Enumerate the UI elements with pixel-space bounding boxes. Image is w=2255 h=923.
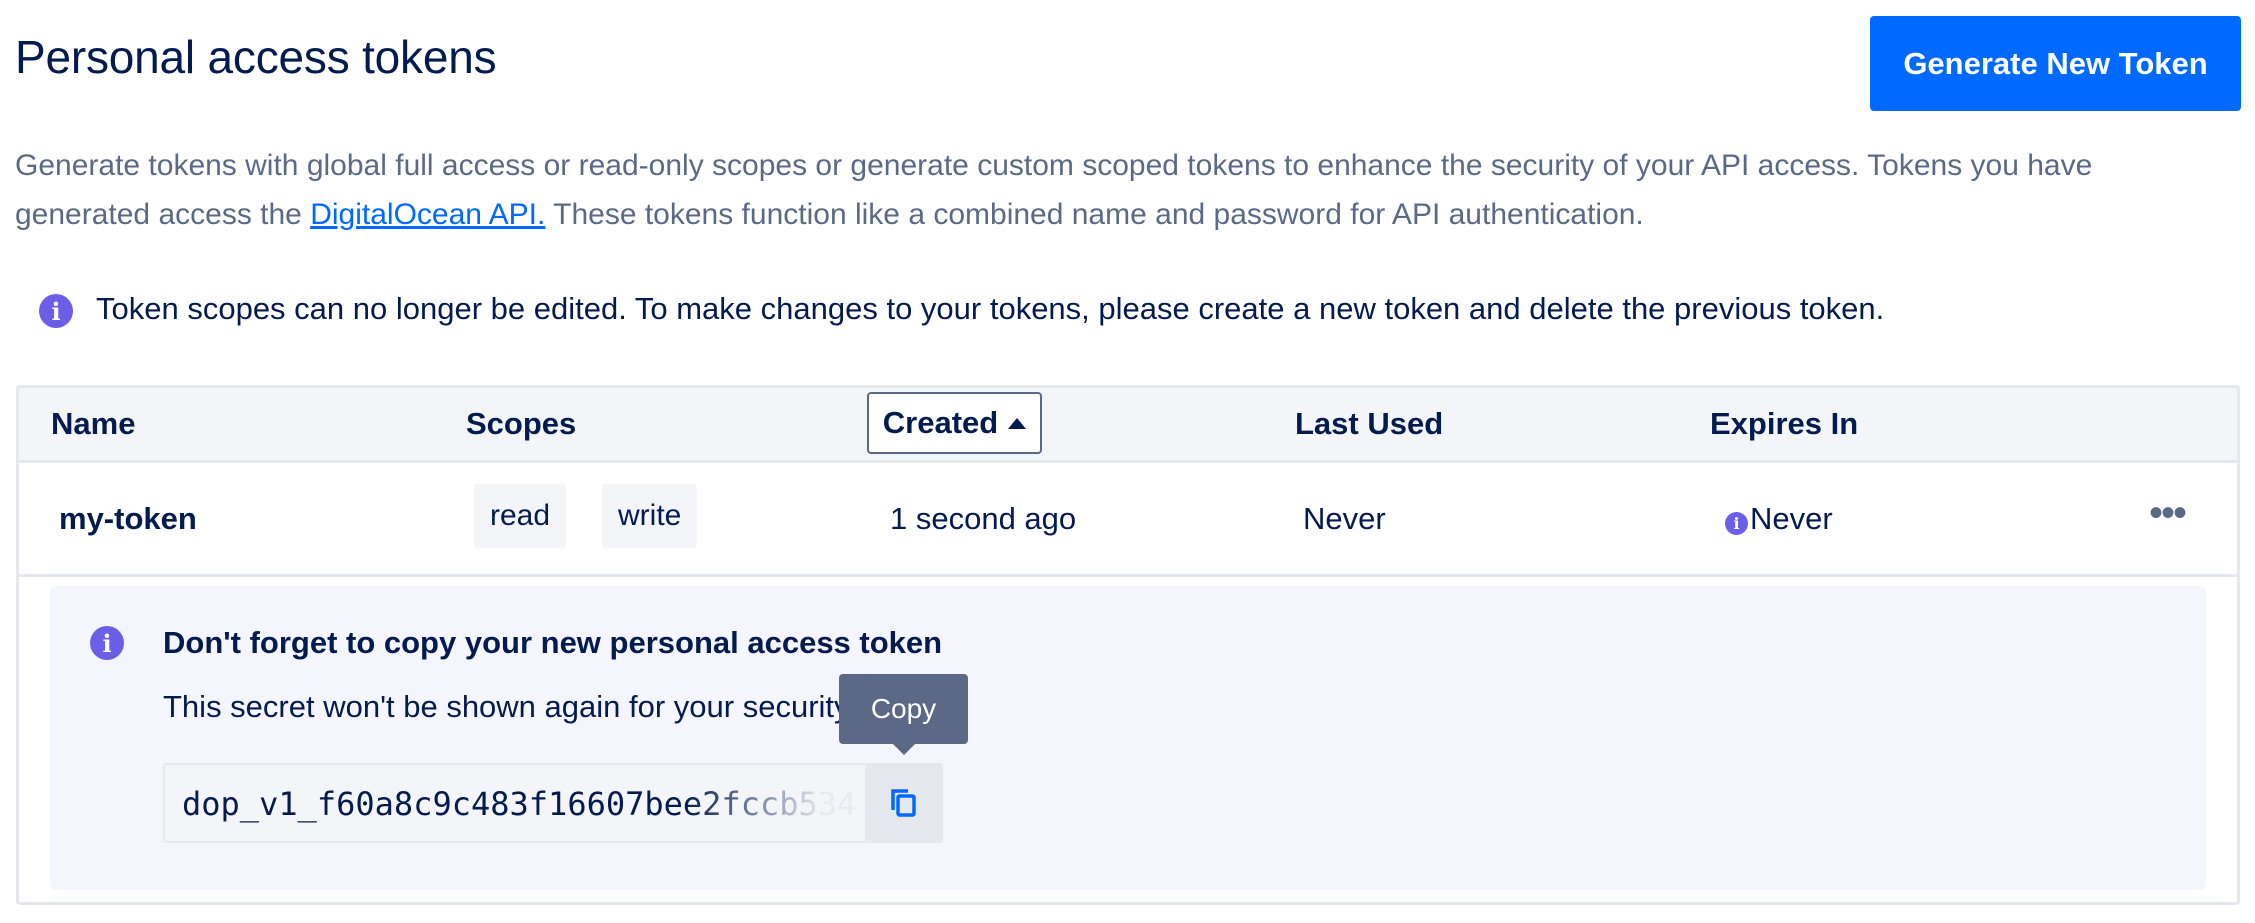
scopes-notice: Token scopes can no longer be edited. To… xyxy=(96,291,1885,326)
column-header-expires-in[interactable]: Expires In xyxy=(1710,406,1858,442)
token-expires-in: Never xyxy=(1750,501,1833,536)
column-header-created[interactable]: Created xyxy=(867,392,1042,454)
page-title: Personal access tokens xyxy=(15,31,497,83)
new-token-subtitle: This secret won't be shown again for you… xyxy=(163,689,856,724)
description-text-end: These tokens function like a combined na… xyxy=(545,198,1644,231)
token-created: 1 second ago xyxy=(890,501,1077,536)
copy-tooltip: Copy xyxy=(839,674,968,744)
created-header-label: Created xyxy=(882,405,999,440)
column-header-name[interactable]: Name xyxy=(51,406,135,442)
table-row: my-token read write 1 second ago Never i… xyxy=(19,463,2237,577)
table-header: Name Scopes Created Last Used Expires In xyxy=(19,388,2237,463)
token-last-used: Never xyxy=(1303,501,1386,536)
more-horizontal-icon[interactable]: ••• xyxy=(2149,493,2187,533)
info-circle-icon: i xyxy=(90,626,124,660)
tooltip-arrow xyxy=(893,744,915,755)
scope-tag: read xyxy=(474,484,567,548)
page-description: Generate tokens with global full access … xyxy=(15,141,2230,239)
column-header-last-used[interactable]: Last Used xyxy=(1295,406,1443,442)
caret-up-icon xyxy=(1008,417,1027,429)
token-name: my-token xyxy=(59,501,197,536)
copy-icon xyxy=(891,789,916,817)
info-circle-icon: i xyxy=(39,294,73,328)
new-token-title: Don't forget to copy your new personal a… xyxy=(163,625,943,660)
copy-button[interactable] xyxy=(865,765,941,841)
scope-tag: write xyxy=(602,484,698,548)
token-value-field[interactable]: dop_v1_f60a8c9c483f16607bee2fccb534 xyxy=(163,763,943,843)
column-header-scopes[interactable]: Scopes xyxy=(466,406,576,442)
generate-new-token-button[interactable]: Generate New Token xyxy=(1870,16,2241,111)
digitalocean-api-link[interactable]: DigitalOcean API. xyxy=(310,198,545,231)
info-circle-icon[interactable]: i xyxy=(1725,512,1748,535)
